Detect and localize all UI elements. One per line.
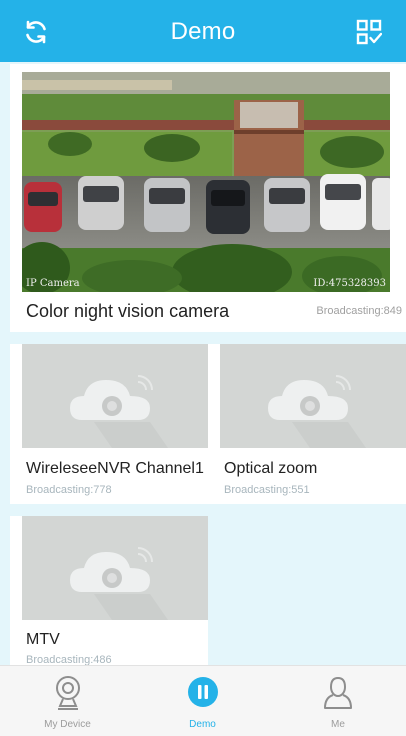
overlay-camera-id: ID:475328393 xyxy=(313,278,386,289)
pause-icon xyxy=(187,676,219,713)
camera-name: MTV xyxy=(26,631,60,648)
page-title: Demo xyxy=(170,18,236,45)
featured-camera-card[interactable]: IP Camera ID:475328393 Color night visio… xyxy=(10,64,406,332)
camera-card[interactable]: WireleseeNVR Channel1 Broadcasting:778 xyxy=(10,344,208,504)
camera-thumbnail[interactable] xyxy=(22,344,208,448)
broadcast-count: Broadcasting:778 xyxy=(26,484,112,496)
cloud-camera-icon xyxy=(70,375,168,448)
cloud-camera-icon xyxy=(268,375,366,448)
camera-name: WireleseeNVR Channel1 xyxy=(26,460,204,477)
featured-broadcast-count: Broadcasting:849 xyxy=(316,305,402,317)
camera-thumbnail[interactable] xyxy=(22,516,208,620)
camera-thumbnail[interactable] xyxy=(220,344,406,448)
featured-camera-name: Color night vision camera xyxy=(26,301,230,321)
nav-label-my-device: My Device xyxy=(44,719,91,730)
camera-card[interactable]: MTV Broadcasting:486 xyxy=(10,516,208,668)
bottom-navigation: My Device Demo Me xyxy=(0,665,406,736)
camera-card[interactable]: Optical zoom Broadcasting:551 xyxy=(208,344,406,504)
app-header: Demo xyxy=(0,0,406,62)
camera-name: Optical zoom xyxy=(224,460,318,477)
qr-scan-icon[interactable] xyxy=(356,19,384,47)
person-icon xyxy=(321,674,355,719)
overlay-camera-label: IP Camera xyxy=(26,278,80,289)
nav-tab-my-device[interactable]: My Device xyxy=(0,666,135,736)
broadcast-count: Broadcasting:551 xyxy=(224,484,310,496)
nav-label-me: Me xyxy=(331,719,345,730)
nav-tab-me[interactable]: Me xyxy=(270,666,406,736)
nav-tab-demo[interactable]: Demo xyxy=(135,666,270,736)
nav-label-demo: Demo xyxy=(189,719,216,730)
featured-camera-snapshot: IP Camera ID:475328393 xyxy=(22,72,390,292)
cloud-camera-icon xyxy=(70,547,168,620)
featured-camera-thumbnail[interactable]: IP Camera ID:475328393 xyxy=(22,72,390,292)
webcam-icon xyxy=(54,674,82,719)
